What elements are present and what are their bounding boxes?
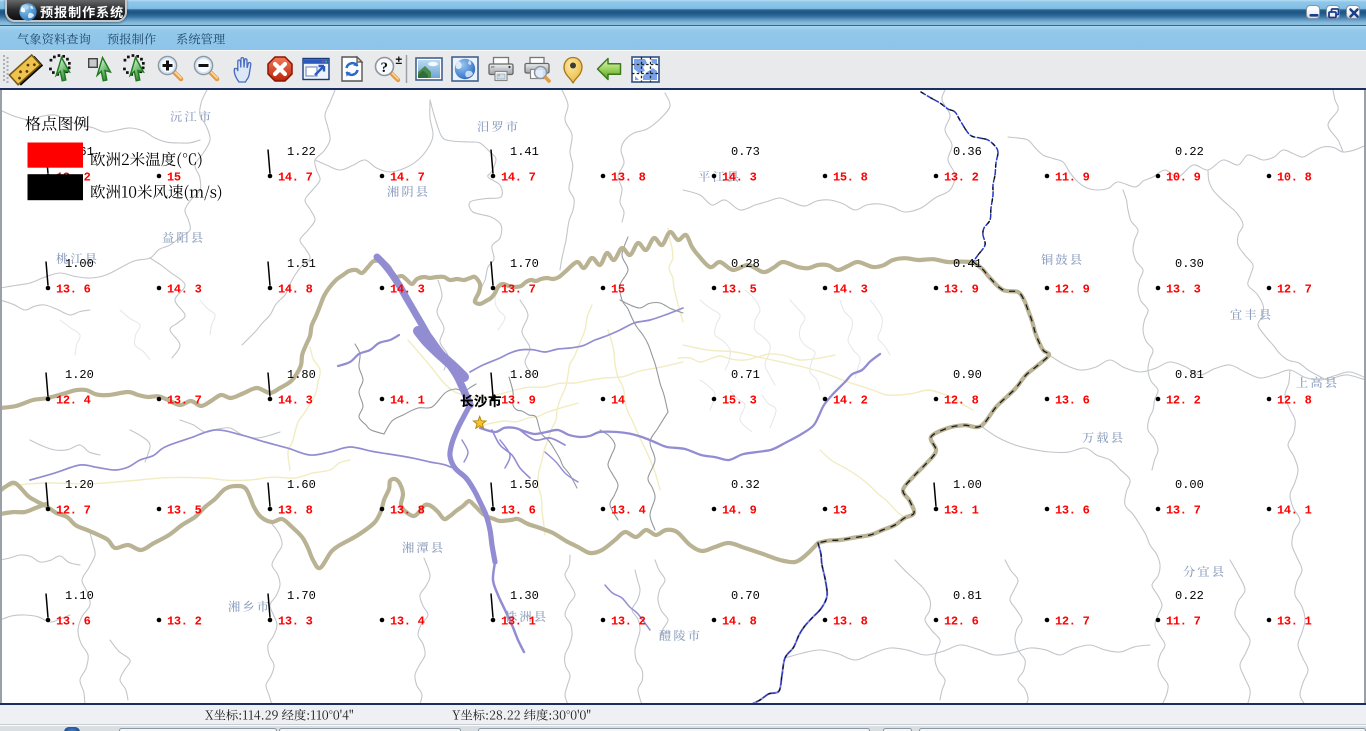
svg-text:12. 8: 12. 8 (944, 394, 979, 408)
svg-text:14. 9: 14. 9 (722, 504, 757, 518)
svg-text:14. 8: 14. 8 (278, 283, 313, 297)
svg-text:1.00: 1.00 (953, 478, 982, 492)
svg-text:12. 9: 12. 9 (1055, 283, 1090, 297)
svg-text:13. 7: 13. 7 (1166, 504, 1201, 518)
svg-text:13. 6: 13. 6 (501, 504, 536, 518)
svg-text:14. 2: 14. 2 (833, 394, 868, 408)
svg-text:14. 3: 14. 3 (167, 283, 202, 297)
svg-text:13. 6: 13. 6 (56, 615, 91, 629)
svg-text:13. 2: 13. 2 (944, 171, 979, 185)
svg-text:0.41: 0.41 (953, 257, 982, 271)
svg-text:13. 8: 13. 8 (278, 504, 313, 518)
svg-text:11. 9: 11. 9 (1055, 171, 1090, 185)
svg-text:12. 7: 12. 7 (56, 504, 91, 518)
svg-text:13. 3: 13. 3 (278, 615, 313, 629)
svg-text:12. 7: 12. 7 (1055, 615, 1090, 629)
svg-text:12. 4: 12. 4 (56, 394, 91, 408)
svg-text:1.51: 1.51 (287, 257, 316, 271)
svg-text:14. 3: 14. 3 (390, 283, 425, 297)
svg-text:?: ? (381, 60, 389, 76)
svg-text:1.00: 1.00 (65, 257, 94, 271)
svg-text:12. 8: 12. 8 (1277, 394, 1312, 408)
svg-text:1.80: 1.80 (287, 368, 316, 382)
svg-text:15: 15 (167, 171, 181, 185)
svg-text:0.70: 0.70 (731, 589, 760, 603)
svg-text:1.22: 1.22 (287, 145, 316, 159)
svg-text:0.30: 0.30 (1175, 257, 1204, 271)
svg-text:13. 4: 13. 4 (611, 504, 646, 518)
svg-text:14. 1: 14. 1 (390, 394, 425, 408)
svg-text:13. 6: 13. 6 (1055, 394, 1090, 408)
svg-text:14. 7: 14. 7 (501, 171, 536, 185)
svg-text:14. 3: 14. 3 (278, 394, 313, 408)
svg-text:14. 7: 14. 7 (390, 171, 425, 185)
svg-text:14: 14 (611, 394, 625, 408)
svg-text:0.22: 0.22 (1175, 589, 1204, 603)
svg-text:15. 3: 15. 3 (722, 394, 757, 408)
svg-text:13. 5: 13. 5 (722, 283, 757, 297)
svg-text:13. 9: 13. 9 (501, 394, 536, 408)
svg-text:11. 7: 11. 7 (1166, 615, 1201, 629)
svg-text:15: 15 (611, 283, 625, 297)
svg-text:12. 6: 12. 6 (944, 615, 979, 629)
svg-text:13. 1: 13. 1 (1277, 615, 1312, 629)
svg-text:0.28: 0.28 (731, 257, 760, 271)
svg-text:13. 6: 13. 6 (56, 283, 91, 297)
svg-text:1.70: 1.70 (287, 589, 316, 603)
svg-text:0.36: 0.36 (953, 145, 982, 159)
svg-text:13: 13 (833, 504, 847, 518)
svg-text:15. 8: 15. 8 (833, 171, 868, 185)
svg-text:10. 8: 10. 8 (1277, 171, 1312, 185)
svg-text:13. 7: 13. 7 (501, 283, 536, 297)
svg-text:0.22: 0.22 (1175, 145, 1204, 159)
svg-text:13. 4: 13. 4 (390, 615, 425, 629)
svg-text:13. 3: 13. 3 (1166, 283, 1201, 297)
svg-text:13. 6: 13. 6 (1055, 504, 1090, 518)
svg-text:0.90: 0.90 (953, 368, 982, 382)
svg-text:14. 1: 14. 1 (1277, 504, 1312, 518)
svg-text:14. 3: 14. 3 (722, 171, 757, 185)
svg-text:13. 8: 13. 8 (390, 504, 425, 518)
svg-text:13. 2: 13. 2 (611, 615, 646, 629)
svg-text:1.41: 1.41 (510, 145, 539, 159)
svg-text:12. 7: 12. 7 (1277, 283, 1312, 297)
svg-text:0.32: 0.32 (731, 478, 760, 492)
svg-text:1.20: 1.20 (65, 478, 94, 492)
svg-text:0.73: 0.73 (731, 145, 760, 159)
svg-text:1.60: 1.60 (287, 478, 316, 492)
svg-text:1.10: 1.10 (65, 589, 94, 603)
svg-text:13. 1: 13. 1 (944, 504, 979, 518)
svg-text:13. 9: 13. 9 (944, 283, 979, 297)
svg-text:1.30: 1.30 (510, 589, 539, 603)
svg-text:1.80: 1.80 (510, 368, 539, 382)
svg-text:10. 9: 10. 9 (1166, 171, 1201, 185)
svg-text:14. 8: 14. 8 (722, 615, 757, 629)
svg-text:13. 1: 13. 1 (501, 615, 536, 629)
svg-text:0.00: 0.00 (1175, 478, 1204, 492)
svg-text:12. 2: 12. 2 (1166, 394, 1201, 408)
svg-text:0.81: 0.81 (953, 589, 982, 603)
svg-text:±: ± (396, 53, 403, 67)
svg-text:14. 7: 14. 7 (278, 171, 313, 185)
svg-text:13. 8: 13. 8 (611, 171, 646, 185)
svg-text:0.71: 0.71 (731, 368, 760, 382)
svg-text:13. 2: 13. 2 (167, 615, 202, 629)
svg-text:1.50: 1.50 (510, 478, 539, 492)
svg-text:1.20: 1.20 (65, 368, 94, 382)
svg-text:14. 3: 14. 3 (833, 283, 868, 297)
svg-text:13. 8: 13. 8 (833, 615, 868, 629)
svg-text:1.70: 1.70 (510, 257, 539, 271)
svg-text:0.81: 0.81 (1175, 368, 1204, 382)
svg-text:13. 5: 13. 5 (167, 504, 202, 518)
svg-text:13. 7: 13. 7 (167, 394, 202, 408)
